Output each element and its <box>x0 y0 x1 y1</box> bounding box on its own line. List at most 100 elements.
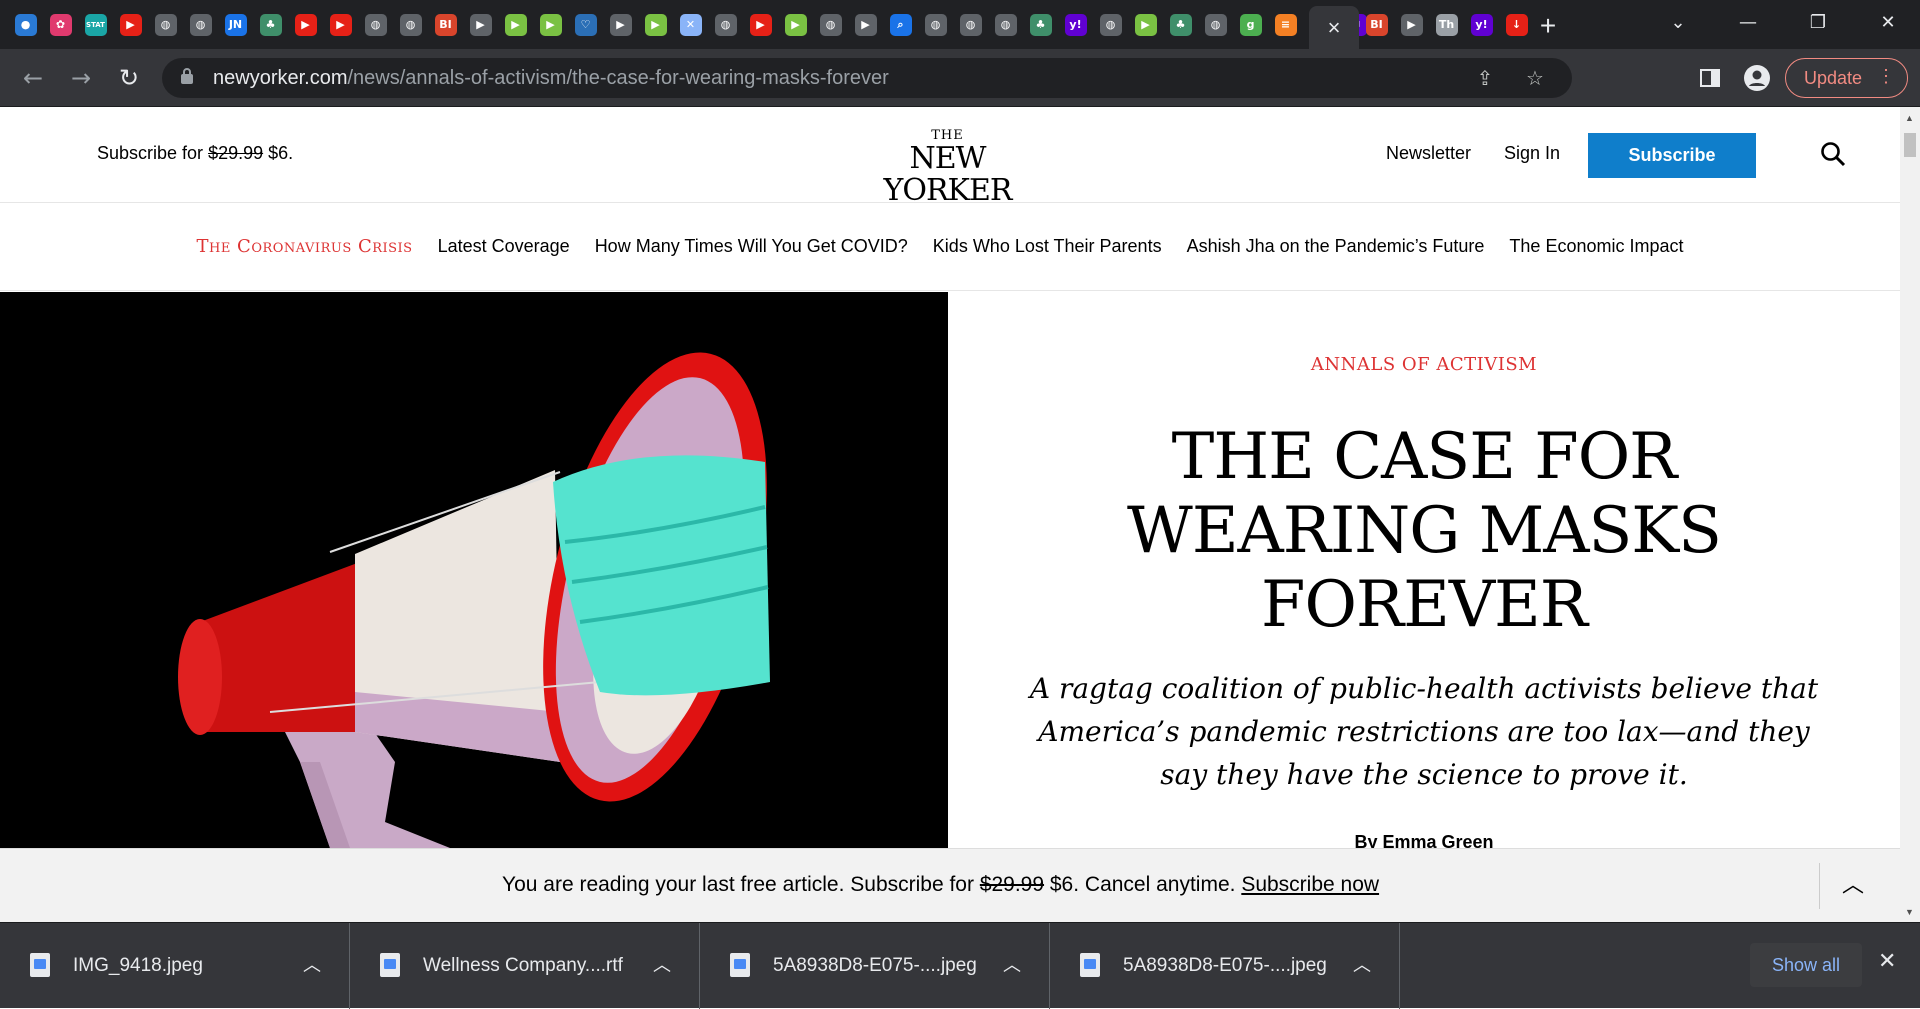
download-options-chevron-icon[interactable]: ︿ <box>1003 951 1021 977</box>
restore-icon[interactable]: ❐ <box>1788 0 1848 44</box>
tab-yahoo[interactable]: y! <box>1464 0 1499 49</box>
scroll-down-arrow-icon[interactable]: ▼ <box>1905 907 1914 917</box>
tab-stack[interactable]: ≡ <box>1268 0 1303 49</box>
reload-icon[interactable]: ↻ <box>110 59 148 97</box>
tab-globe[interactable]: ◍ <box>988 0 1023 49</box>
topic-link-coronavirus[interactable]: The Coronavirus Crisis <box>197 236 413 257</box>
back-icon[interactable]: ← <box>14 59 52 97</box>
tab-search-tab[interactable]: ⌕ <box>883 0 918 49</box>
paywall-banner: You are reading your last free article. … <box>0 848 1900 922</box>
scroll-up-arrow-icon[interactable]: ▲ <box>1905 113 1914 123</box>
youtube-icon: ▶ <box>329 13 352 36</box>
tab-search-chevron-icon[interactable]: ⌄ <box>1648 0 1708 44</box>
download-options-chevron-icon[interactable]: ︿ <box>303 951 321 977</box>
tab-thinker[interactable]: Th <box>1429 0 1464 49</box>
tab-globe[interactable]: ◍ <box>393 0 428 49</box>
tab-g[interactable]: g <box>1233 0 1268 49</box>
forward-icon[interactable]: → <box>62 59 100 97</box>
close-shelf-icon[interactable]: ✕ <box>1878 949 1896 974</box>
tab-globe[interactable]: ◍ <box>953 0 988 49</box>
scroll-thumb[interactable] <box>1904 133 1916 157</box>
tab-flag[interactable]: ▶ <box>603 0 638 49</box>
tab-rumble[interactable]: ▶ <box>1128 0 1163 49</box>
tab-flag[interactable]: ▶ <box>463 0 498 49</box>
tab-globe[interactable]: ◍ <box>358 0 393 49</box>
download-item[interactable]: IMG_9418.jpeg ︿ <box>0 923 350 1009</box>
tab-youtube[interactable]: ▶ <box>323 0 358 49</box>
topic-nav-link[interactable]: Ashish Jha on the Pandemic’s Future <box>1187 236 1485 257</box>
download-filename: Wellness Company....rtf <box>423 955 623 976</box>
rubric-link[interactable]: ANNALS OF ACTIVISM <box>948 354 1900 375</box>
download-item[interactable]: Wellness Company....rtf ︿ <box>350 923 700 1009</box>
update-button[interactable]: Update ⋮ <box>1785 58 1908 98</box>
tab-globe[interactable]: ◍ <box>918 0 953 49</box>
menu-dots-icon[interactable]: ⋮ <box>1877 66 1895 87</box>
tab-rumble[interactable]: ▶ <box>638 0 673 49</box>
tab-shield[interactable]: ♡ <box>568 0 603 49</box>
tab-tree[interactable]: ♣ <box>1023 0 1058 49</box>
tree-icon: ♣ <box>259 13 282 36</box>
subscribe-promo[interactable]: Subscribe for $29.99 $6. <box>97 143 293 164</box>
download-options-chevron-icon[interactable]: ︿ <box>653 951 671 977</box>
subscribe-now-link[interactable]: Subscribe now <box>1241 873 1379 896</box>
lock-icon[interactable] <box>180 67 200 89</box>
tab-youtube[interactable]: ▶ <box>288 0 323 49</box>
tab-bi[interactable]: BI <box>1359 0 1394 49</box>
expand-chevron-up-icon[interactable]: ︿ <box>1842 867 1872 898</box>
tab-globe[interactable]: ◍ <box>1093 0 1128 49</box>
topic-nav-link[interactable]: How Many Times Will You Get COVID? <box>595 236 908 257</box>
url-text[interactable]: newyorker.com/news/annals-of-activism/th… <box>213 67 889 90</box>
tab-globe[interactable]: ◍ <box>148 0 183 49</box>
download-options-chevron-icon[interactable]: ︿ <box>1353 951 1371 977</box>
tab-yahoo[interactable]: y! <box>1058 0 1093 49</box>
article-headline: THE CASE FOR WEARING MASKS FOREVER <box>1127 420 1722 642</box>
tab-globe[interactable]: ◍ <box>708 0 743 49</box>
side-panel-icon[interactable] <box>1695 63 1725 93</box>
globe-icon: ◍ <box>819 13 842 36</box>
subscribe-button[interactable]: Subscribe <box>1588 133 1756 178</box>
sign-in-link[interactable]: Sign In <box>1504 143 1560 164</box>
rumble-icon: ▶ <box>784 13 807 36</box>
article-byline[interactable]: By Emma Green <box>948 832 1900 848</box>
tab-jn[interactable]: JN <box>218 0 253 49</box>
active-tab[interactable]: × <box>1309 6 1359 49</box>
tab-globe[interactable]: ◍ <box>813 0 848 49</box>
download-filename: 5A8938D8-E075-....jpeg <box>1123 955 1327 976</box>
tab-rumble[interactable]: ▶ <box>778 0 813 49</box>
new-yorker-logo[interactable]: THE NEW YORKER <box>855 129 1040 207</box>
tab-rumble[interactable]: ▶ <box>498 0 533 49</box>
bookmark-star-icon[interactable]: ☆ <box>1520 64 1550 92</box>
tab-pinwheel[interactable]: ✿ <box>43 0 78 49</box>
tab-globe[interactable]: ◍ <box>1198 0 1233 49</box>
tab-youtube[interactable]: ▶ <box>113 0 148 49</box>
newsletter-link[interactable]: Newsletter <box>1386 143 1471 164</box>
tab-image[interactable]: ✕ <box>673 0 708 49</box>
tab-rumble[interactable]: ▶ <box>533 0 568 49</box>
rumble-icon: ▶ <box>539 13 562 36</box>
topic-nav-link[interactable]: Kids Who Lost Their Parents <box>933 236 1162 257</box>
tab-globe-color[interactable]: ● <box>8 0 43 49</box>
tab-tree[interactable]: ♣ <box>253 0 288 49</box>
tab-bi[interactable]: BI <box>428 0 463 49</box>
tab-flag[interactable]: ▶ <box>848 0 883 49</box>
search-icon[interactable] <box>1820 141 1848 169</box>
tab-youtube[interactable]: ▶ <box>743 0 778 49</box>
minimize-icon[interactable]: — <box>1718 0 1778 44</box>
close-window-icon[interactable]: ✕ <box>1858 0 1918 44</box>
share-icon[interactable]: ⇪ <box>1470 64 1500 92</box>
tab-tree[interactable]: ♣ <box>1163 0 1198 49</box>
address-bar[interactable]: newyorker.com/news/annals-of-activism/th… <box>162 58 1572 98</box>
tab-down-arrow[interactable]: ↓ <box>1499 0 1534 49</box>
download-item[interactable]: 5A8938D8-E075-....jpeg ︿ <box>1050 923 1400 1009</box>
show-all-button[interactable]: Show all <box>1750 943 1862 987</box>
page-scrollbar[interactable]: ▲ ▼ <box>1900 107 1920 922</box>
profile-avatar-icon[interactable] <box>1742 63 1772 93</box>
tab-globe[interactable]: ◍ <box>183 0 218 49</box>
topic-nav-link[interactable]: Latest Coverage <box>438 236 570 257</box>
close-tab-icon[interactable]: × <box>1328 15 1341 41</box>
new-tab-button[interactable]: + <box>1530 8 1566 44</box>
topic-nav-link[interactable]: The Economic Impact <box>1509 236 1683 257</box>
tab-flag[interactable]: ▶ <box>1394 0 1429 49</box>
download-item[interactable]: 5A8938D8-E075-....jpeg ︿ <box>700 923 1050 1009</box>
tab-stat[interactable]: STAT <box>78 0 113 49</box>
